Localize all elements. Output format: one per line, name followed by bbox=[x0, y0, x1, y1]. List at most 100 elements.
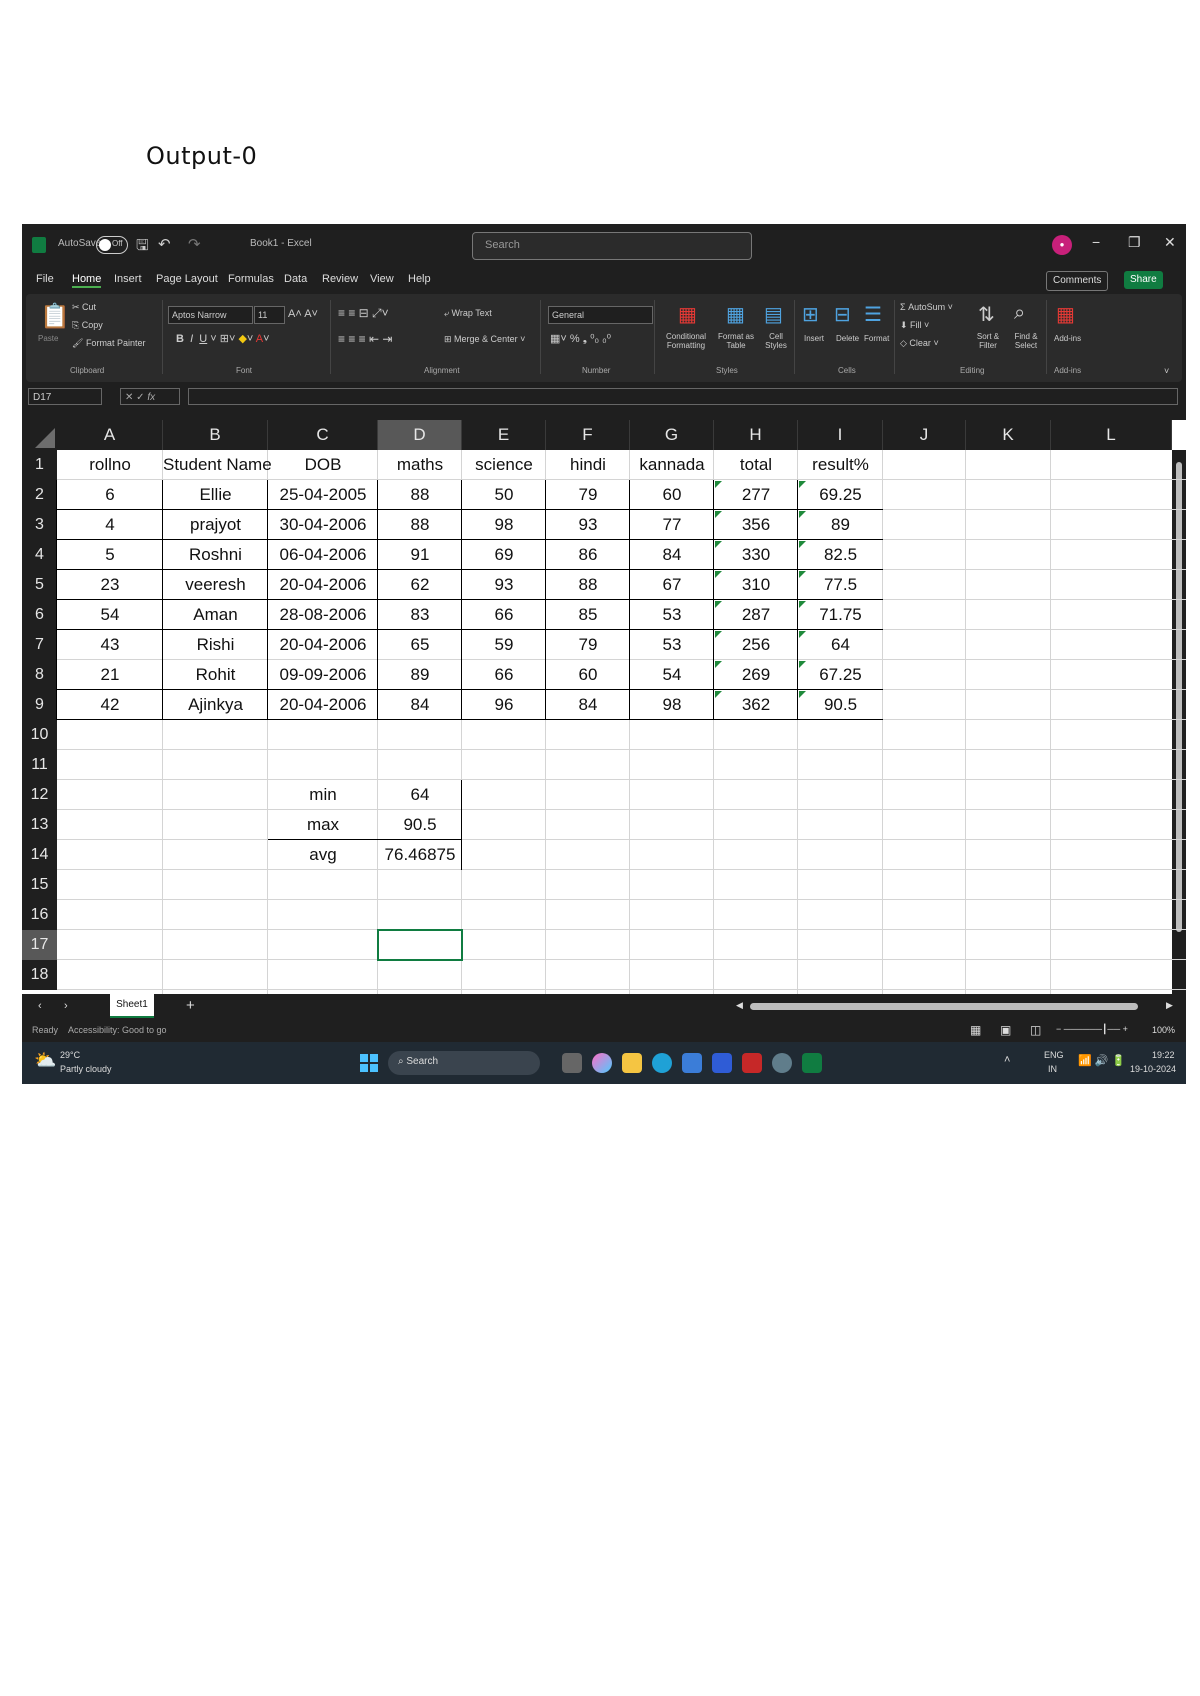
restore-icon[interactable]: ❐ bbox=[1128, 234, 1141, 251]
table-cell[interactable]: 69.25 bbox=[798, 480, 883, 510]
table-cell[interactable]: 256 bbox=[714, 630, 798, 660]
edge-icon[interactable] bbox=[652, 1053, 672, 1073]
cell-styles-icon[interactable]: ▤ bbox=[764, 302, 783, 327]
table-cell[interactable]: 50 bbox=[462, 480, 546, 510]
name-box[interactable]: D17 bbox=[28, 388, 102, 405]
table-cell[interactable]: 20-04-2006 bbox=[268, 690, 378, 720]
tab-insert[interactable]: Insert bbox=[114, 273, 142, 285]
table-cell[interactable]: 43 bbox=[57, 630, 163, 660]
autosave-toggle[interactable]: Off bbox=[96, 236, 128, 254]
table-cell[interactable]: 83 bbox=[378, 600, 462, 630]
store-icon[interactable] bbox=[682, 1053, 702, 1073]
stats-label[interactable]: min bbox=[268, 780, 378, 810]
row-header[interactable]: 16 bbox=[22, 900, 57, 930]
row-header[interactable]: 9 bbox=[22, 690, 57, 720]
table-cell[interactable]: 59 bbox=[462, 630, 546, 660]
stats-value[interactable]: 76.46875 bbox=[378, 840, 462, 870]
table-cell[interactable]: 93 bbox=[462, 570, 546, 600]
task-view-icon[interactable] bbox=[562, 1053, 582, 1073]
security-icon[interactable] bbox=[742, 1053, 762, 1073]
row-header[interactable]: 1 bbox=[22, 450, 57, 480]
column-header[interactable]: H bbox=[714, 420, 798, 450]
table-cell[interactable]: 64 bbox=[798, 630, 883, 660]
alignment-icons-row2[interactable]: ≡ ≡ ≡ ⇤ ⇥ bbox=[338, 332, 392, 346]
hscroll-left-icon[interactable]: ◀ bbox=[736, 1000, 743, 1011]
column-header[interactable]: A bbox=[57, 420, 163, 450]
font-name-select[interactable]: Aptos Narrow bbox=[168, 306, 253, 324]
table-header-cell[interactable]: Student Name bbox=[163, 450, 272, 480]
autosum-button[interactable]: Σ AutoSum ˅ bbox=[900, 302, 953, 312]
stats-value[interactable]: 64 bbox=[378, 780, 462, 810]
column-header[interactable]: F bbox=[546, 420, 630, 450]
table-cell[interactable]: 98 bbox=[630, 690, 714, 720]
table-cell[interactable]: 356 bbox=[714, 510, 798, 540]
font-size-select[interactable]: 11 bbox=[254, 306, 285, 324]
column-header[interactable]: C bbox=[268, 420, 378, 450]
table-cell[interactable]: Roshni bbox=[163, 540, 268, 570]
add-sheet-icon[interactable]: + bbox=[186, 997, 195, 1014]
row-header[interactable]: 11 bbox=[22, 750, 57, 780]
redo-icon[interactable]: ↷ bbox=[188, 235, 201, 253]
tab-review[interactable]: Review bbox=[322, 273, 358, 285]
format-label[interactable]: Format bbox=[864, 334, 889, 343]
page-layout-view-icon[interactable]: ▣ bbox=[1000, 1023, 1011, 1037]
table-cell[interactable]: 287 bbox=[714, 600, 798, 630]
stats-label[interactable]: avg bbox=[268, 840, 378, 870]
scroll-thumb[interactable] bbox=[1176, 462, 1182, 932]
table-cell[interactable]: 5 bbox=[57, 540, 163, 570]
addins-icon[interactable]: ▦ bbox=[1056, 302, 1075, 327]
normal-view-icon[interactable]: ▦ bbox=[970, 1023, 981, 1037]
delete-label[interactable]: Delete bbox=[836, 334, 859, 343]
conditional-formatting-label[interactable]: Conditional Formatting bbox=[662, 332, 710, 350]
table-cell[interactable]: 277 bbox=[714, 480, 798, 510]
copilot-icon[interactable] bbox=[592, 1053, 612, 1073]
tab-page-layout[interactable]: Page Layout bbox=[156, 273, 218, 285]
find-select-icon[interactable]: ⌕ bbox=[1014, 302, 1025, 325]
search-input[interactable]: Search bbox=[472, 232, 752, 260]
row-header[interactable]: 14 bbox=[22, 840, 57, 870]
table-cell[interactable]: 21 bbox=[57, 660, 163, 690]
language-label[interactable]: ENG bbox=[1044, 1050, 1064, 1060]
table-cell[interactable]: 67.25 bbox=[798, 660, 883, 690]
table-cell[interactable]: 53 bbox=[630, 630, 714, 660]
row-header[interactable]: 8 bbox=[22, 660, 57, 690]
row-header[interactable]: 6 bbox=[22, 600, 57, 630]
table-cell[interactable]: 82.5 bbox=[798, 540, 883, 570]
table-cell[interactable]: 88 bbox=[378, 480, 462, 510]
hscroll-right-icon[interactable]: ▶ bbox=[1166, 1000, 1173, 1011]
column-header[interactable]: D bbox=[378, 420, 462, 450]
taskbar-search[interactable]: ⌕ Search bbox=[388, 1051, 540, 1075]
table-cell[interactable]: 77 bbox=[630, 510, 714, 540]
tab-help[interactable]: Help bbox=[408, 273, 431, 285]
format-painter-button[interactable]: 🖌 Format Painter bbox=[72, 338, 145, 349]
save-icon[interactable]: 🖫 bbox=[136, 235, 149, 260]
row-header[interactable]: 13 bbox=[22, 810, 57, 840]
table-cell[interactable]: 90.5 bbox=[798, 690, 883, 720]
fill-button[interactable]: ⬇ Fill ˅ bbox=[900, 320, 929, 331]
table-header-cell[interactable]: total bbox=[714, 450, 798, 480]
tab-formulas[interactable]: Formulas bbox=[228, 273, 274, 285]
row-header[interactable]: 2 bbox=[22, 480, 57, 510]
table-cell[interactable]: 79 bbox=[546, 480, 630, 510]
paste-label[interactable]: Paste bbox=[38, 334, 58, 343]
column-header[interactable]: L bbox=[1051, 420, 1172, 450]
row-header[interactable]: 18 bbox=[22, 960, 57, 990]
select-all-button[interactable] bbox=[22, 420, 57, 450]
table-cell[interactable]: 25-04-2005 bbox=[268, 480, 378, 510]
table-cell[interactable]: 84 bbox=[630, 540, 714, 570]
table-cell[interactable]: 85 bbox=[546, 600, 630, 630]
paste-icon[interactable]: 📋 bbox=[40, 302, 70, 331]
table-cell[interactable]: 79 bbox=[546, 630, 630, 660]
table-cell[interactable]: 30-04-2006 bbox=[268, 510, 378, 540]
avatar[interactable]: ● bbox=[1052, 235, 1072, 255]
table-cell[interactable]: 84 bbox=[378, 690, 462, 720]
table-cell[interactable]: 06-04-2006 bbox=[268, 540, 378, 570]
table-cell[interactable]: 09-09-2006 bbox=[268, 660, 378, 690]
table-cell[interactable]: 88 bbox=[546, 570, 630, 600]
settings-icon[interactable] bbox=[772, 1053, 792, 1073]
table-cell[interactable]: 330 bbox=[714, 540, 798, 570]
table-header-cell[interactable]: result% bbox=[798, 450, 883, 480]
table-header-cell[interactable]: hindi bbox=[546, 450, 630, 480]
table-cell[interactable]: 71.75 bbox=[798, 600, 883, 630]
format-as-table-icon[interactable]: ▦ bbox=[726, 302, 745, 327]
